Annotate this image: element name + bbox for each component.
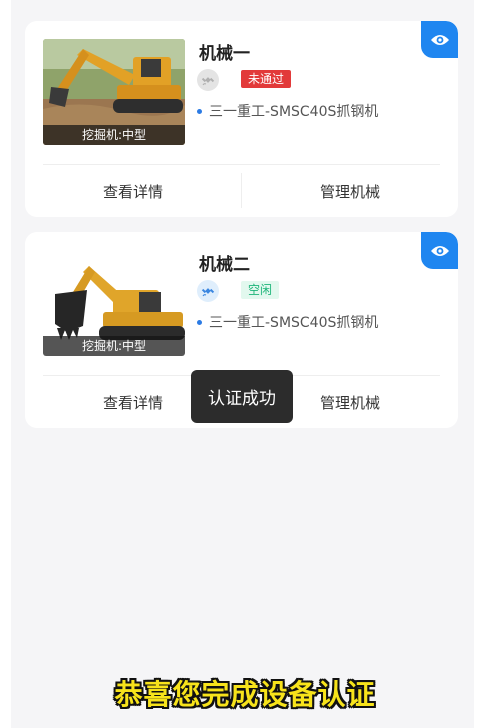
machine-model: 三一重工-SMSC40S抓钢机 (197, 101, 378, 121)
success-toast: 认证成功 (191, 370, 293, 423)
satellite-icon (197, 280, 219, 302)
view-details-button[interactable]: 查看详情 (25, 165, 241, 217)
eye-icon (430, 34, 449, 45)
machine-name: 机械一 (199, 44, 250, 64)
machine-model-text: 三一重工-SMSC40S抓钢机 (209, 315, 379, 331)
machine-photo[interactable]: 挖掘机:中型 (43, 39, 185, 145)
preview-button[interactable] (421, 232, 458, 269)
machine-type-label: 挖掘机:中型 (43, 336, 185, 356)
eye-icon (430, 245, 449, 256)
machine-name: 机械二 (199, 255, 250, 275)
status-badge: 未通过 (241, 70, 292, 88)
video-caption: 恭喜您完成设备认证 (114, 678, 376, 711)
preview-button[interactable] (421, 21, 458, 58)
manage-machine-button[interactable]: 管理机械 (242, 165, 458, 217)
bullet-dot (197, 319, 202, 325)
bullet-dot (197, 108, 202, 114)
machine-photo[interactable]: 挖掘机:中型 (43, 250, 185, 356)
machine-model: 三一重工-SMSC40S抓钢机 (197, 312, 378, 332)
machine-card[interactable]: 挖掘机:中型 机械一 未通过 三一重工-SMSC40S抓钢机 查看详情 管理机械 (25, 21, 458, 217)
satellite-icon (197, 69, 219, 91)
status-badge: 空闲 (241, 281, 280, 299)
machine-model-text: 三一重工-SMSC40S抓钢机 (209, 104, 379, 120)
machine-type-label: 挖掘机:中型 (43, 125, 185, 145)
